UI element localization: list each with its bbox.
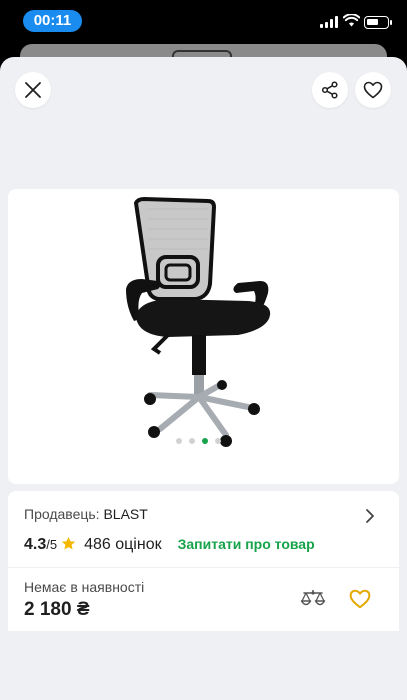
battery-icon [364,16,392,29]
reviews-count[interactable]: 486 оцінок [84,536,162,554]
wishlist-button[interactable] [347,586,373,612]
status-time: 00:11 [23,10,82,32]
rating-value: 4.3 [24,536,47,553]
product-sheet: Продавець: BLAST 4.3 /5 486 оцінок Запит… [0,57,407,700]
heart-outline-icon [349,589,371,609]
gallery-dot[interactable] [215,438,221,444]
product-info-card[interactable]: Продавець: BLAST 4.3 /5 486 оцінок Запит… [8,491,399,567]
gallery-dot[interactable] [189,438,195,444]
scales-icon [300,590,326,606]
favorite-button[interactable] [355,72,391,108]
close-button[interactable] [15,72,51,108]
rating-max: /5 [46,537,58,552]
seller-row[interactable]: Продавець: BLAST [24,506,148,522]
gallery-dot[interactable] [176,438,182,444]
share-button[interactable] [312,72,348,108]
compare-button[interactable] [300,586,326,612]
ask-about-product-link[interactable]: Запитати про товар [178,536,315,552]
product-price: 2 180 ₴ [24,599,90,620]
wifi-icon [343,14,360,27]
seller-label: Продавець: [24,506,100,522]
close-icon [25,82,41,98]
battery-level [367,19,378,25]
gallery-pagination [176,438,221,444]
rating-row: 4.3 /5 486 оцінок Запитати про товар [24,534,315,554]
cellular-signal-icon [320,16,338,28]
share-icon [321,81,338,99]
heart-icon [363,81,383,99]
product-gallery[interactable] [8,189,399,484]
price-card: Немає в наявності 2 180 ₴ [8,568,399,631]
star-icon [62,536,76,550]
gallery-dot[interactable] [202,438,208,444]
chevron-right-icon[interactable] [365,508,375,524]
availability-status: Немає в наявності [24,579,145,595]
status-bar: 00:11 [0,0,407,44]
seller-name[interactable]: BLAST [103,506,147,522]
